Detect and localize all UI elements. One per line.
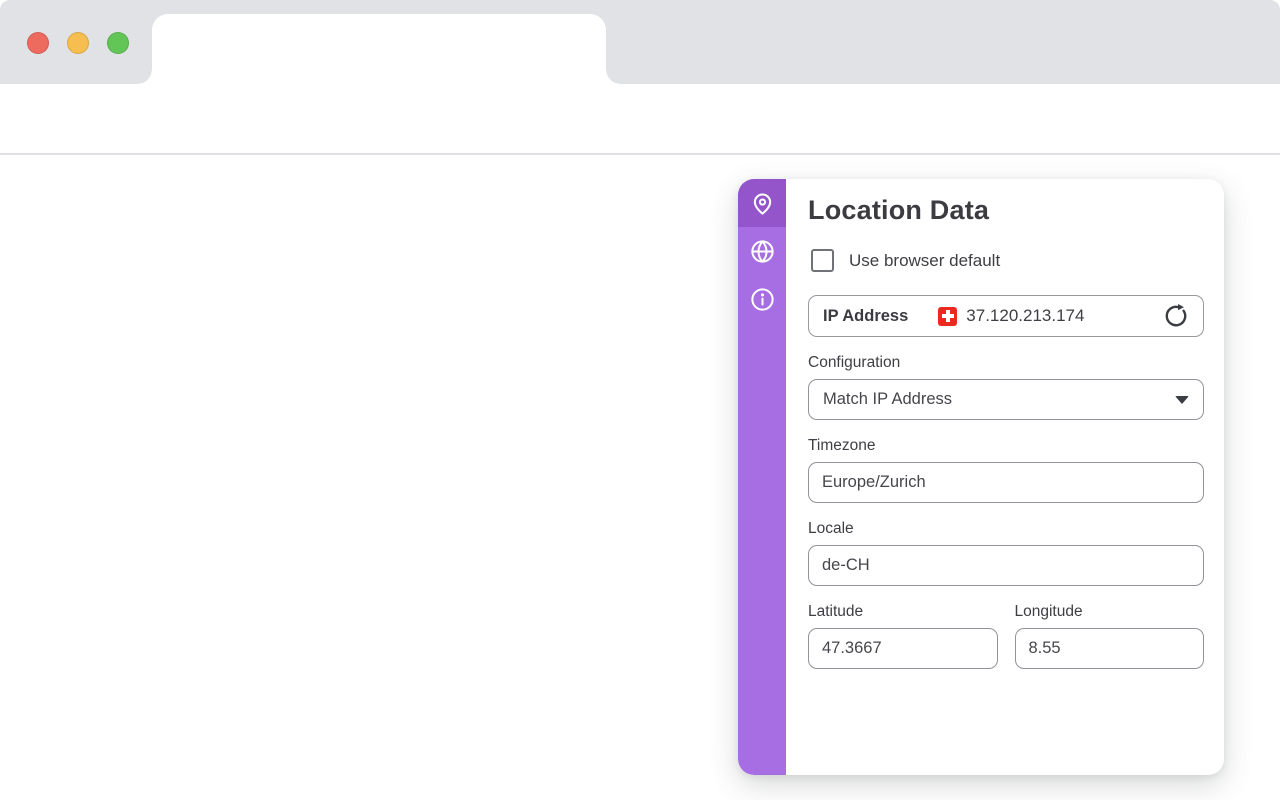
window-controls — [27, 32, 129, 54]
configuration-selected-value: Match IP Address — [823, 390, 952, 409]
tab-corner-fillet — [606, 70, 620, 84]
use-browser-default-label: Use browser default — [849, 251, 1000, 271]
close-window-button[interactable] — [27, 32, 49, 54]
latitude-label: Latitude — [808, 603, 998, 621]
chevron-down-icon — [1175, 396, 1189, 404]
page-content: Location Data Use browser default IP Add… — [0, 157, 1280, 800]
tab-corner-fillet — [138, 70, 152, 84]
locale-label: Locale — [808, 520, 1204, 538]
minimize-window-button[interactable] — [67, 32, 89, 54]
longitude-group: Longitude — [1015, 603, 1205, 669]
globe-icon — [749, 238, 776, 265]
browser-toolbar — [0, 84, 1280, 155]
page-title: Location Data — [808, 195, 1204, 226]
tab-strip — [0, 0, 1280, 84]
timezone-label: Timezone — [808, 437, 1204, 455]
ip-address-value: 37.120.213.174 — [966, 306, 1084, 326]
locale-input[interactable] — [808, 545, 1204, 586]
timezone-group: Timezone — [808, 437, 1204, 503]
sidebar-item-globe[interactable] — [738, 227, 786, 275]
coordinates-row: Latitude Longitude — [808, 586, 1204, 669]
use-browser-default-row: Use browser default — [811, 249, 1204, 272]
refresh-icon — [1163, 303, 1189, 329]
longitude-label: Longitude — [1015, 603, 1205, 621]
timezone-input[interactable] — [808, 462, 1204, 503]
info-icon — [749, 286, 776, 313]
configuration-label: Configuration — [808, 354, 1204, 372]
latitude-input[interactable] — [808, 628, 998, 669]
use-browser-default-checkbox[interactable] — [811, 249, 834, 272]
longitude-input[interactable] — [1015, 628, 1205, 669]
maximize-window-button[interactable] — [107, 32, 129, 54]
refresh-ip-button[interactable] — [1163, 303, 1189, 329]
sidebar-item-info[interactable] — [738, 275, 786, 323]
panel-body: Location Data Use browser default IP Add… — [786, 179, 1224, 775]
locale-group: Locale — [808, 520, 1204, 586]
ip-address-label: IP Address — [823, 307, 908, 326]
panel-sidebar — [738, 179, 786, 775]
location-pin-icon — [749, 190, 776, 217]
browser-window: Location Data Use browser default IP Add… — [0, 0, 1280, 800]
ip-address-box: IP Address 37.120.213.174 — [808, 295, 1204, 337]
configuration-select[interactable]: Match IP Address — [808, 379, 1204, 420]
sidebar-item-location[interactable] — [738, 179, 786, 227]
location-data-panel: Location Data Use browser default IP Add… — [738, 179, 1224, 775]
latitude-group: Latitude — [808, 603, 998, 669]
browser-tab[interactable] — [152, 14, 606, 84]
switzerland-flag-icon — [938, 307, 957, 326]
configuration-group: Configuration Match IP Address — [808, 354, 1204, 420]
